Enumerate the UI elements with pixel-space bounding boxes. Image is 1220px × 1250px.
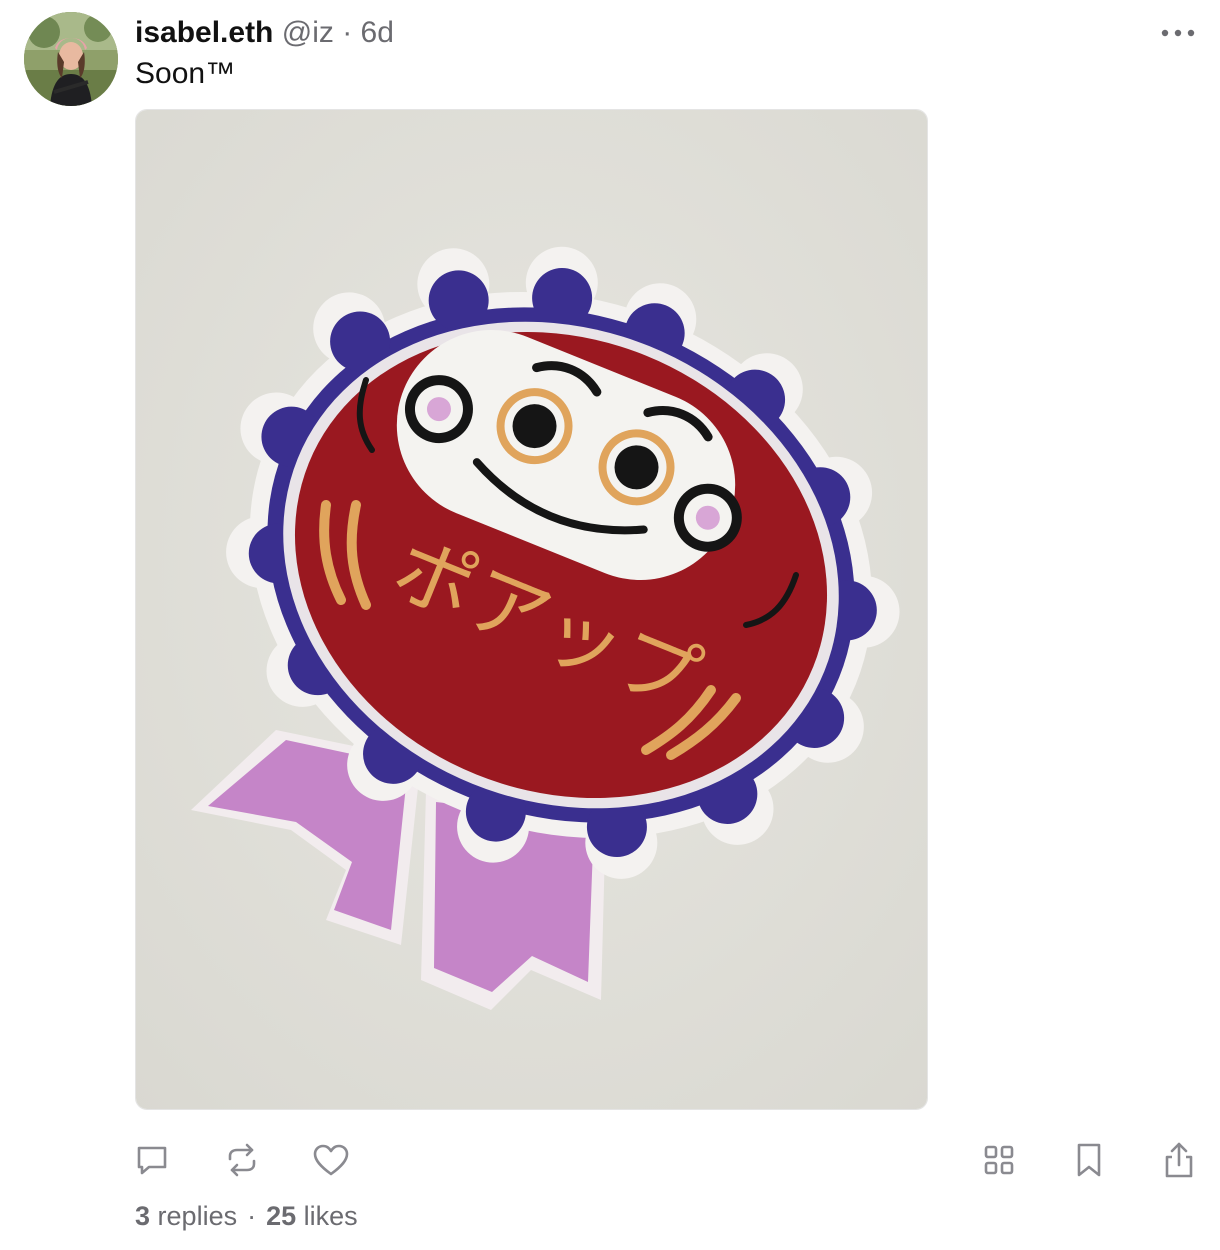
- bookmark-button[interactable]: [1067, 1138, 1111, 1182]
- more-options-button[interactable]: [1150, 16, 1206, 50]
- bookmark-icon: [1077, 1143, 1101, 1177]
- author-name[interactable]: isabel.eth: [135, 16, 273, 49]
- likes-label: likes: [303, 1201, 358, 1231]
- post-text: Soon™: [135, 57, 236, 90]
- share-button[interactable]: [1157, 1138, 1201, 1182]
- replies-count: 3: [135, 1201, 151, 1231]
- grid-icon: [984, 1145, 1014, 1175]
- reply-button[interactable]: [130, 1138, 174, 1182]
- stats-separator: ·: [247, 1201, 257, 1231]
- author-handle[interactable]: @iz: [282, 16, 334, 49]
- likes-stat[interactable]: 25 likes: [266, 1201, 358, 1231]
- post-header: isabel.eth @iz · 6d: [135, 14, 394, 52]
- likes-count: 25: [266, 1201, 297, 1231]
- recast-icon: [228, 1143, 256, 1177]
- replies-stat[interactable]: 3 replies: [135, 1201, 237, 1231]
- daruma-patch-image: ポアップ: [136, 110, 927, 1109]
- more-horizontal-icon: [1161, 29, 1195, 37]
- recast-button[interactable]: [220, 1138, 264, 1182]
- avatar-image: [24, 12, 118, 106]
- post-stats: 3 replies · 25 likes: [135, 1197, 358, 1235]
- like-button[interactable]: [309, 1138, 353, 1182]
- replies-label: replies: [157, 1201, 238, 1231]
- post-image[interactable]: ポアップ: [135, 109, 928, 1110]
- separator-dot: ·: [342, 16, 353, 49]
- grid-button[interactable]: [977, 1138, 1021, 1182]
- share-icon: [1165, 1142, 1193, 1178]
- heart-icon: [313, 1144, 349, 1176]
- post-time[interactable]: 6d: [361, 16, 394, 49]
- comment-icon: [137, 1146, 167, 1175]
- avatar[interactable]: [24, 12, 118, 106]
